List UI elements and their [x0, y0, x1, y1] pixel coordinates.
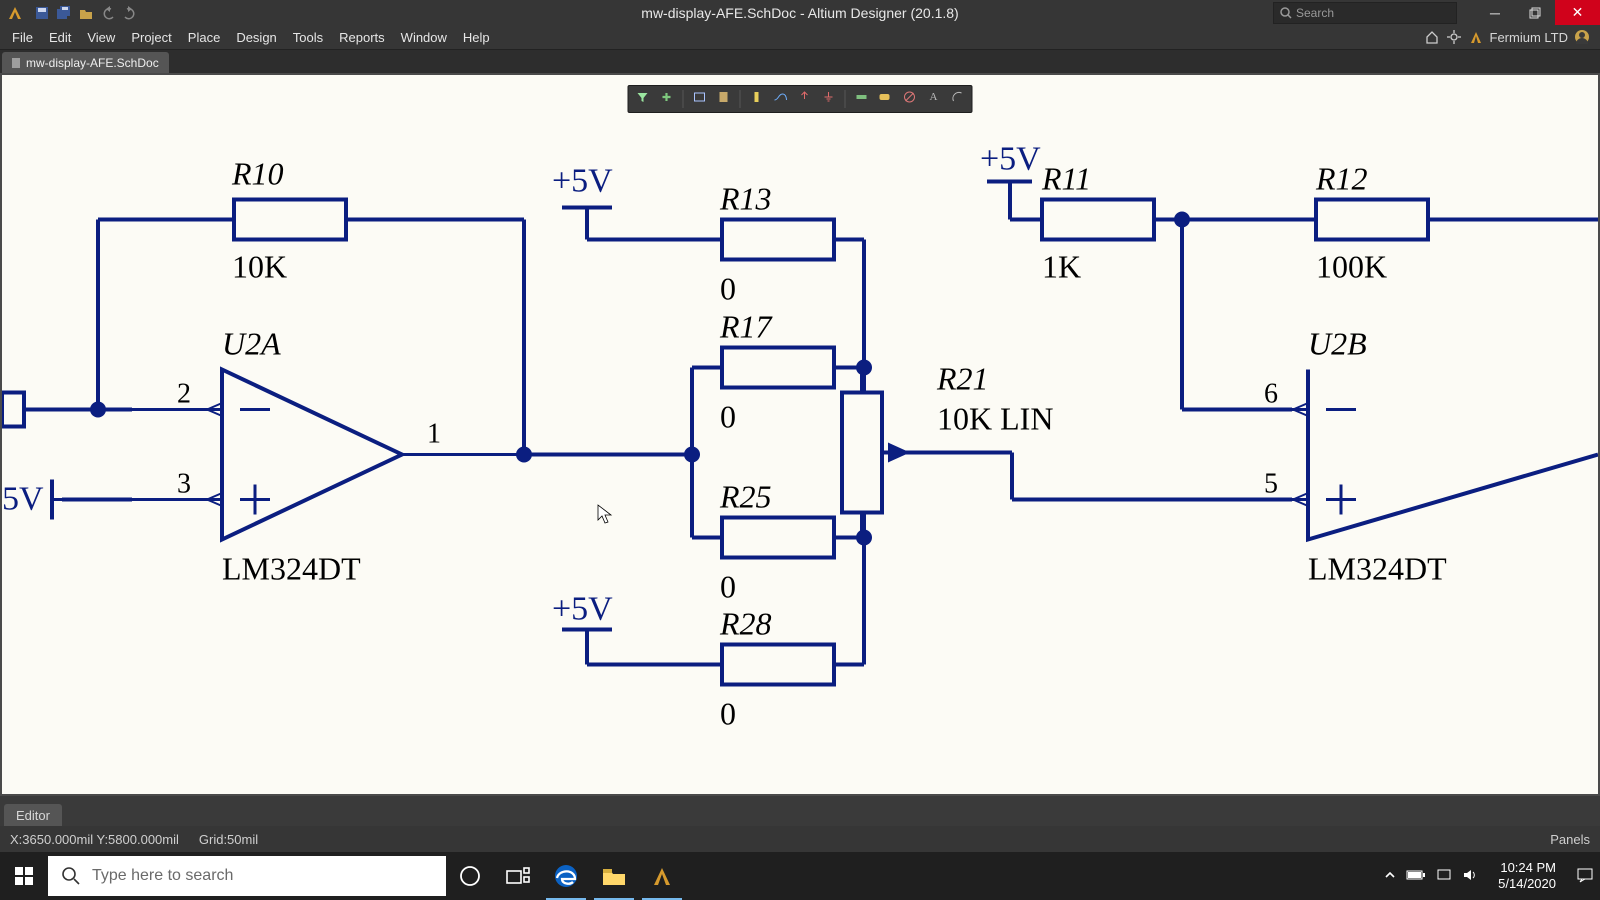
system-tray: 10:24 PM 5/14/2020 — [1384, 860, 1600, 891]
svg-text:1: 1 — [427, 419, 441, 450]
svg-text:0: 0 — [720, 569, 736, 605]
svg-text:+5V: +5V — [980, 141, 1041, 178]
svg-text:+5V: +5V — [552, 163, 613, 200]
undo-icon[interactable] — [98, 3, 118, 23]
component-U2B[interactable]: U2B LM324DT — [1308, 326, 1598, 587]
svg-text:R11: R11 — [1041, 161, 1091, 197]
svg-text:R21: R21 — [936, 361, 989, 397]
editor-tab[interactable]: Editor — [4, 804, 62, 826]
svg-text:R10: R10 — [231, 156, 284, 192]
svg-text:R12: R12 — [1315, 161, 1368, 197]
editor-tab-label: Editor — [16, 808, 50, 823]
schematic-sheet[interactable]: ✚ A U2 — [2, 75, 1598, 794]
svg-text:2: 2 — [177, 379, 191, 410]
svg-text:R28: R28 — [719, 606, 772, 642]
svg-text:5V: 5V — [2, 481, 44, 518]
menu-window[interactable]: Window — [393, 27, 455, 48]
svg-text:10K: 10K — [232, 249, 287, 285]
windows-taskbar: Type here to search 10:24 PM 5/14/2020 — [0, 852, 1600, 900]
title-bar: mw-display-AFE.SchDoc - Altium Designer … — [0, 0, 1600, 25]
close-button[interactable]: ✕ — [1555, 0, 1600, 25]
save-icon[interactable] — [32, 3, 52, 23]
svg-text:6: 6 — [1264, 379, 1278, 410]
taskbar-app-explorer[interactable] — [590, 852, 638, 900]
status-bar: X:3650.000mil Y:5800.000mil Grid:50mil P… — [0, 826, 1600, 852]
svg-text:0: 0 — [720, 399, 736, 435]
tray-battery-icon[interactable] — [1406, 869, 1426, 884]
taskbar-date: 5/14/2020 — [1498, 876, 1556, 892]
svg-text:R17: R17 — [719, 309, 774, 345]
svg-text:0: 0 — [720, 271, 736, 307]
document-tab[interactable]: mw-display-AFE.SchDoc — [2, 52, 169, 74]
svg-text:R25: R25 — [719, 479, 772, 515]
global-search-input[interactable]: Search — [1273, 2, 1457, 24]
svg-text:5: 5 — [1264, 469, 1278, 500]
menu-view[interactable]: View — [79, 27, 123, 48]
svg-text:1K: 1K — [1042, 249, 1081, 285]
taskbar-search-input[interactable]: Type here to search — [48, 856, 446, 896]
menu-help[interactable]: Help — [455, 27, 498, 48]
component-R21[interactable]: R21 10K LIN — [842, 361, 1053, 538]
minimize-button[interactable]: ─ — [1475, 0, 1515, 25]
editor-tab-bar: Editor — [0, 800, 1600, 826]
tray-volume-icon[interactable] — [1462, 868, 1478, 885]
document-tab-label: mw-display-AFE.SchDoc — [26, 56, 159, 70]
taskbar-clock[interactable]: 10:24 PM 5/14/2020 — [1488, 860, 1566, 891]
start-button[interactable] — [0, 852, 48, 900]
org-label: Fermium LTD — [1490, 30, 1568, 45]
svg-text:R13: R13 — [719, 181, 772, 217]
home-icon[interactable] — [1424, 29, 1440, 45]
svg-text:+5V: +5V — [552, 591, 613, 628]
global-search-placeholder: Search — [1296, 6, 1334, 20]
schematic-diagram: U2A LM324DT 2 3 1 R10 10K — [2, 75, 1598, 794]
tray-chevron-up-icon[interactable] — [1384, 869, 1396, 884]
menu-place[interactable]: Place — [180, 27, 229, 48]
save-all-icon[interactable] — [54, 3, 74, 23]
cortana-icon[interactable] — [446, 852, 494, 900]
schematic-file-icon — [12, 58, 20, 68]
svg-text:U2A: U2A — [222, 326, 281, 362]
menu-project[interactable]: Project — [123, 27, 179, 48]
svg-text:LM324DT: LM324DT — [222, 551, 361, 587]
component-U2A[interactable]: U2A LM324DT — [222, 326, 402, 587]
app-logo — [4, 2, 26, 24]
menu-tools[interactable]: Tools — [285, 27, 331, 48]
taskbar-search-placeholder: Type here to search — [92, 867, 233, 885]
restore-button[interactable] — [1515, 0, 1555, 25]
menu-reports[interactable]: Reports — [331, 27, 393, 48]
redo-icon[interactable] — [120, 3, 140, 23]
menu-edit[interactable]: Edit — [41, 27, 79, 48]
user-avatar-icon[interactable] — [1574, 29, 1590, 45]
taskbar-time: 10:24 PM — [1498, 860, 1556, 876]
menu-design[interactable]: Design — [228, 27, 284, 48]
svg-text:100K: 100K — [1316, 249, 1387, 285]
tray-network-icon[interactable] — [1436, 868, 1452, 885]
action-center-icon[interactable] — [1576, 866, 1594, 887]
svg-text:10K LIN: 10K LIN — [937, 401, 1053, 437]
svg-text:LM324DT: LM324DT — [1308, 551, 1447, 587]
task-view-icon[interactable] — [494, 852, 542, 900]
gear-icon[interactable] — [1446, 29, 1462, 45]
svg-text:3: 3 — [177, 469, 191, 500]
quick-access-toolbar — [32, 3, 140, 23]
open-icon[interactable] — [76, 3, 96, 23]
svg-text:U2B: U2B — [1308, 326, 1367, 362]
panels-button[interactable]: Panels — [1550, 832, 1590, 847]
menu-bar: File Edit View Project Place Design Tool… — [0, 25, 1600, 50]
menu-file[interactable]: File — [4, 27, 41, 48]
status-grid: Grid:50mil — [199, 832, 258, 847]
schematic-canvas[interactable]: ✚ A U2 — [0, 73, 1600, 796]
status-coordinates: X:3650.000mil Y:5800.000mil — [10, 832, 179, 847]
taskbar-app-altium[interactable] — [638, 852, 686, 900]
altium-logo-icon[interactable] — [1468, 29, 1484, 45]
document-tab-strip: mw-display-AFE.SchDoc — [0, 50, 1600, 74]
svg-text:0: 0 — [720, 696, 736, 732]
taskbar-app-edge[interactable] — [542, 852, 590, 900]
